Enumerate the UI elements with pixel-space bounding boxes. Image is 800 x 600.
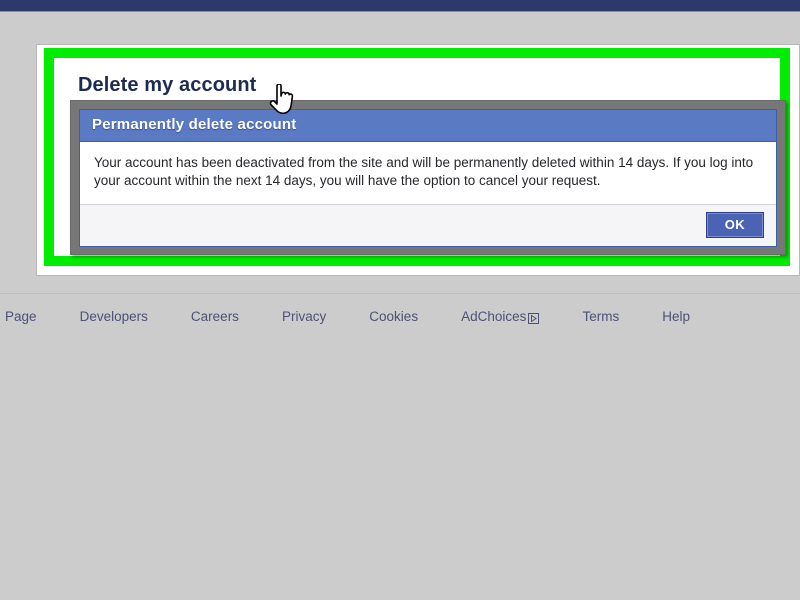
- permanently-delete-account-dialog: Permanently delete account Your account …: [70, 100, 786, 255]
- adchoices-triangle-icon: [528, 312, 540, 324]
- footer-link-label: Careers: [190, 308, 239, 324]
- footer-link-privacy[interactable]: Privacy: [282, 309, 326, 324]
- footer-link-label: Cookies: [369, 308, 419, 324]
- dialog-title: Permanently delete account: [92, 116, 297, 133]
- dialog-footer: OK: [80, 204, 776, 246]
- footer-link-adchoices[interactable]: AdChoices: [461, 308, 540, 324]
- footer-link-cookies[interactable]: Cookies: [369, 309, 418, 324]
- footer-separator: [0, 293, 800, 294]
- footer-link-label: AdChoices: [461, 308, 527, 324]
- dialog-header: Permanently delete account: [80, 110, 776, 142]
- footer-link-page[interactable]: Page: [5, 309, 37, 324]
- footer-link-label: Page: [5, 308, 37, 324]
- dialog-body: Your account has been deactivated from t…: [80, 142, 776, 204]
- footer-link-help[interactable]: Help: [662, 309, 690, 324]
- footer-link-label: Privacy: [281, 308, 327, 324]
- footer-link-label: Developers: [79, 308, 148, 324]
- dialog-inner-frame: Permanently delete account Your account …: [79, 109, 777, 247]
- dialog-message: Your account has been deactivated from t…: [94, 155, 754, 188]
- footer-link-label: Help: [662, 308, 691, 324]
- footer-link-developers[interactable]: Developers: [80, 309, 148, 324]
- ok-button[interactable]: OK: [705, 212, 764, 238]
- footer-link-careers[interactable]: Careers: [191, 309, 239, 324]
- footer-link-label: Terms: [582, 308, 620, 324]
- page-title: Delete my account: [78, 74, 257, 96]
- top-navigation-bar: [0, 0, 800, 12]
- site-footer: Page Developers Careers Privacy Cookies …: [0, 304, 800, 328]
- footer-link-terms[interactable]: Terms: [582, 309, 619, 324]
